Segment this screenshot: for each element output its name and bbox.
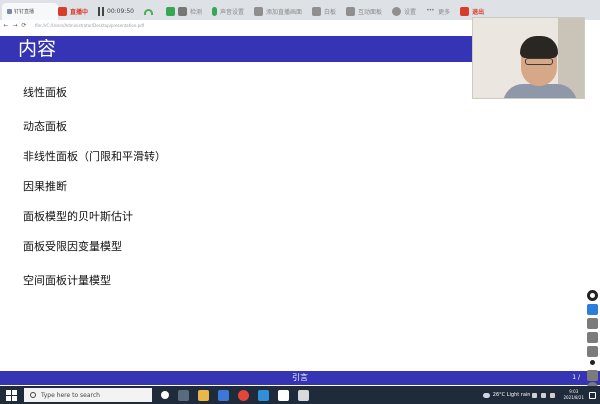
volume-icon[interactable]: [550, 392, 556, 398]
add-screen-icon: [254, 7, 263, 16]
pen-tool-icon[interactable]: [587, 318, 598, 329]
screen-share-icon: [165, 7, 175, 16]
network-icon[interactable]: [541, 392, 547, 398]
presenter-hair: [520, 36, 558, 58]
file-explorer-icon[interactable]: [198, 389, 209, 401]
camera-button[interactable]: 检测: [165, 7, 202, 16]
outline-item: 面板模型的贝叶斯估计: [23, 210, 133, 223]
notes-icon[interactable]: [278, 389, 289, 401]
browser-tab[interactable]: 钉钉直播: [2, 3, 58, 20]
outline-item: 动态面板: [23, 120, 67, 133]
section-label: 引言: [292, 373, 308, 382]
outline-item: 非线性面板（门限和平滑转）: [23, 150, 166, 163]
slide-title: 内容: [18, 38, 57, 60]
system-tray: 26°C Light rain 9:03 2021/8/21: [482, 386, 596, 404]
camera-icon: [177, 7, 187, 16]
presenter-shirt: [503, 84, 577, 98]
live-status: 直播中: [58, 7, 88, 16]
pause-icon: [98, 7, 101, 16]
more-button[interactable]: 更多: [426, 7, 450, 16]
search-icon: [30, 392, 36, 398]
url-field[interactable]: file:///C:/Users/Administrator/Desktop/p…: [35, 23, 144, 28]
outline-item: 空间面板计量模型: [23, 274, 111, 287]
annotation-toolbar: [585, 290, 600, 393]
back-button[interactable]: ←: [3, 22, 9, 29]
browser-tab-title: 钉钉直播: [14, 9, 35, 15]
wifi-signal-icon: [143, 8, 153, 15]
signal-check-button[interactable]: [143, 8, 156, 15]
tab-favicon-icon: [7, 9, 12, 14]
outline-item: 因果推断: [23, 180, 67, 193]
annotation-toggle-icon[interactable]: [587, 290, 598, 301]
slide-footer: 引言 1 /: [0, 371, 600, 385]
notification-icon[interactable]: [589, 391, 596, 399]
windows-start-button[interactable]: [4, 388, 18, 402]
tray-chevron-icon[interactable]: [532, 392, 538, 398]
screen: 钉钉直播 直播中 00:09:50 检测 声音设置 添加直播画面 白板 互动面板: [0, 0, 600, 404]
outline-item: 线性面板: [23, 86, 67, 99]
reload-button[interactable]: ⟳: [21, 22, 27, 29]
gear-icon: [392, 7, 402, 16]
undo-icon[interactable]: [587, 370, 598, 381]
chat-icon: [346, 7, 356, 16]
live-record-icon: [58, 7, 67, 16]
forward-button[interactable]: →: [12, 22, 18, 29]
color-dot-icon[interactable]: [590, 360, 595, 365]
dingtalk-icon[interactable]: [258, 389, 269, 401]
cortana-icon[interactable]: [161, 391, 169, 399]
add-scene-button[interactable]: 添加直播画面: [254, 7, 302, 16]
slide-title-bar: 内容: [0, 36, 472, 62]
taskbar-clock[interactable]: 9:03 2021/8/21: [563, 389, 584, 401]
address-bar: ← → ⟳ file:///C:/Users/Administrator/Des…: [0, 20, 472, 30]
line-tool-icon[interactable]: [587, 332, 598, 343]
webcam-video[interactable]: [472, 17, 585, 99]
exit-live-button[interactable]: 退出: [460, 7, 484, 16]
presenter-glasses: [525, 58, 553, 65]
search-placeholder: Type here to search: [41, 391, 100, 399]
pointer-tool-icon[interactable]: [587, 304, 598, 315]
windows-taskbar: Type here to search 26°C Light rain 9:03…: [0, 386, 600, 404]
task-view-icon[interactable]: [178, 389, 189, 401]
whiteboard-button[interactable]: 白板: [312, 7, 336, 16]
weather-text[interactable]: 26°C Light rain: [493, 392, 531, 398]
whiteboard-icon: [312, 7, 322, 16]
page-number: 1 /: [572, 374, 580, 381]
app-grid-icon[interactable]: [218, 389, 229, 401]
interaction-panel-button[interactable]: 互动面板: [346, 7, 382, 16]
microphone-icon: [211, 7, 217, 16]
outline-item: 面板受限因变量模型: [23, 240, 122, 253]
weather-cloud-icon: [482, 392, 490, 398]
eraser-tool-icon[interactable]: [587, 346, 598, 357]
live-timer: 00:09:50: [98, 7, 134, 16]
settings-button[interactable]: 设置: [392, 7, 416, 16]
taskbar-search-box[interactable]: Type here to search: [24, 388, 152, 402]
pdf-viewer-icon[interactable]: [298, 389, 309, 401]
meeting-toolbar: 直播中 00:09:50 检测 声音设置 添加直播画面 白板 互动面板 设置 更…: [58, 3, 484, 20]
more-icon: [426, 7, 435, 16]
audio-settings-button[interactable]: 声音设置: [211, 7, 244, 16]
exit-icon: [460, 7, 470, 16]
chrome-icon[interactable]: [238, 389, 249, 401]
